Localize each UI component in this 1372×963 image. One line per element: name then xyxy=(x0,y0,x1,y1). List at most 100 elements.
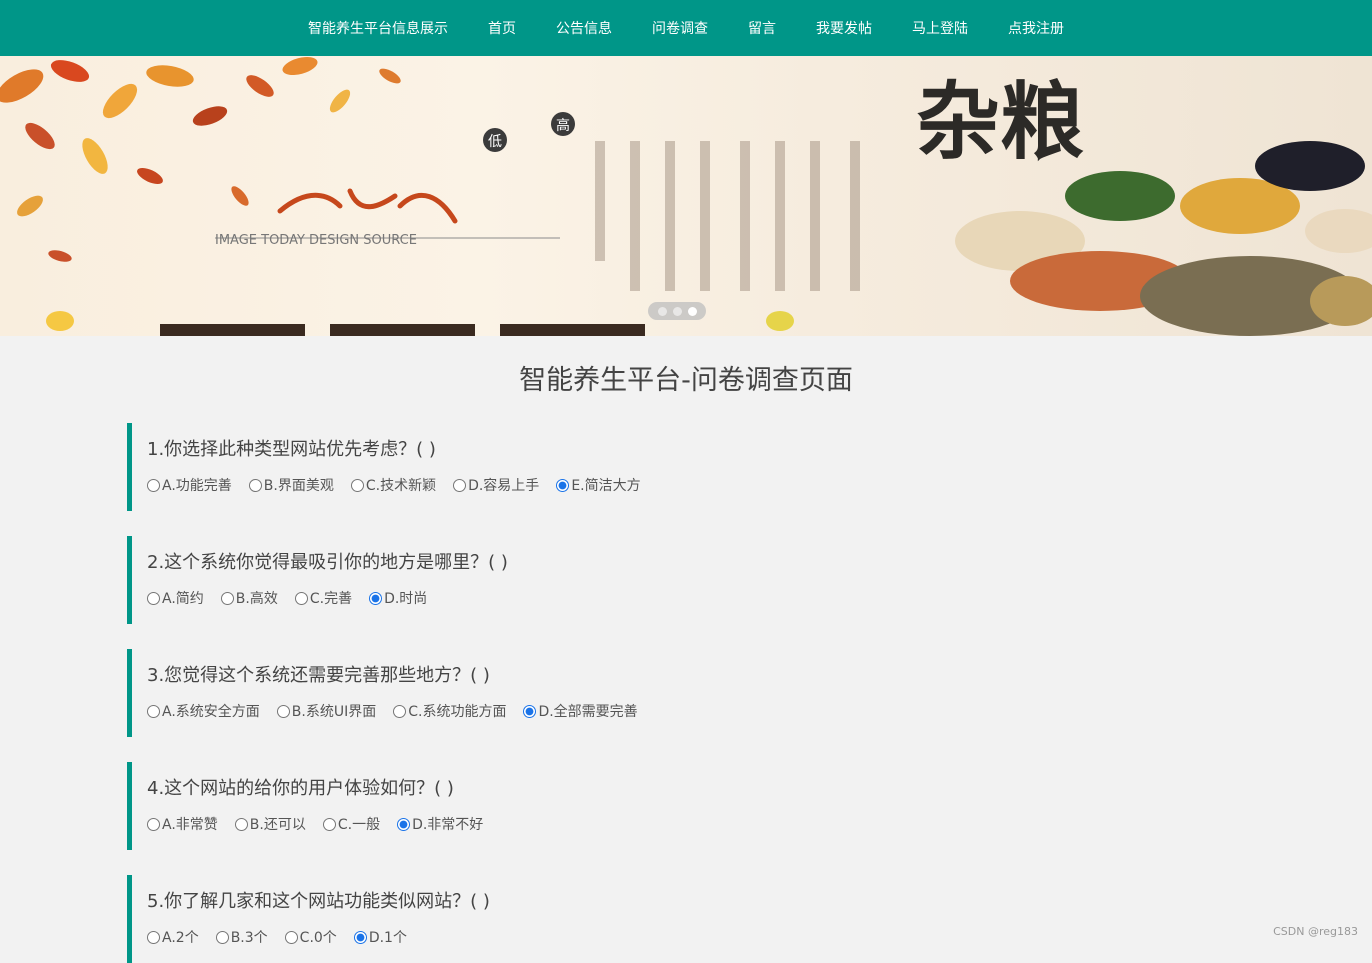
radio-a[interactable] xyxy=(147,817,160,831)
question-2: 2.这个系统你觉得最吸引你的地方是哪里？( ) A.简约 B.高效 C.完善 D… xyxy=(127,536,1027,624)
question-text: 3.您觉得这个系统还需要完善那些地方？( ) xyxy=(147,665,490,686)
option-b[interactable]: B.界面美观 xyxy=(248,475,334,495)
page-title: 智能养生平台-问卷调查页面 xyxy=(519,365,853,396)
banner-image: IMAGE TODAY DESIGN SOURCE 高 低 杂粮 xyxy=(0,56,1372,336)
option-label: D.时尚 xyxy=(384,591,428,607)
option-label: D.全部需要完善 xyxy=(538,704,638,720)
question-options: A.2个 B.3个 C.0个 D.1个 xyxy=(147,927,1027,947)
radio-d[interactable] xyxy=(523,704,537,718)
radio-a[interactable] xyxy=(147,591,160,605)
question-5: 5.你了解几家和这个网站功能类似网站？( ) A.2个 B.3个 C.0个 D.… xyxy=(127,875,1027,963)
carousel-dot-1[interactable] xyxy=(657,306,667,316)
question-3: 3.您觉得这个系统还需要完善那些地方？( ) A.系统安全方面 B.系统UI界面… xyxy=(127,649,1027,737)
radio-c[interactable] xyxy=(350,478,364,492)
radio-a[interactable] xyxy=(147,704,160,718)
option-b[interactable]: B.高效 xyxy=(220,588,278,608)
carousel-dot-3[interactable] xyxy=(687,306,697,316)
radio-d[interactable] xyxy=(453,478,467,492)
vertical-text-decoration xyxy=(595,141,860,291)
question-text: 5.你了解几家和这个网站功能类似网站？( ) xyxy=(147,891,490,912)
nav-post[interactable]: 我要发帖 xyxy=(816,18,872,38)
badge-low: 低 xyxy=(488,134,502,150)
question-4: 4.这个网站的给你的用户体验如何？( ) A.非常赞 B.还可以 C.一般 D.… xyxy=(127,762,1027,850)
carousel-indicator xyxy=(648,302,706,320)
radio-b[interactable] xyxy=(276,704,290,718)
question-options: A.非常赞 B.还可以 C.一般 D.非常不好 xyxy=(147,814,1027,834)
radio-d[interactable] xyxy=(369,591,383,605)
watermark: CSDN @reg183 xyxy=(1273,925,1358,938)
option-label: C.完善 xyxy=(309,591,353,607)
option-b[interactable]: B.3个 xyxy=(215,927,268,947)
option-d[interactable]: D.时尚 xyxy=(369,588,427,608)
option-label: C.技术新颖 xyxy=(365,478,437,494)
radio-a[interactable] xyxy=(147,930,160,944)
nav-survey[interactable]: 问卷调查 xyxy=(652,18,708,38)
radio-d[interactable] xyxy=(353,930,367,944)
option-label: C.系统功能方面 xyxy=(408,704,507,720)
option-c[interactable]: C.系统功能方面 xyxy=(393,701,506,721)
option-label: B.系统UI界面 xyxy=(291,704,377,720)
option-label: A.功能完善 xyxy=(162,478,232,494)
radio-c[interactable] xyxy=(322,817,336,831)
option-a[interactable]: A.非常赞 xyxy=(147,814,218,834)
option-c[interactable]: C.完善 xyxy=(294,588,353,608)
radio-b[interactable] xyxy=(234,817,248,831)
nav-messages[interactable]: 留言 xyxy=(748,18,776,38)
nav-home[interactable]: 首页 xyxy=(488,18,516,38)
carousel-dot-2[interactable] xyxy=(672,306,682,316)
option-a[interactable]: A.系统安全方面 xyxy=(147,701,260,721)
option-label: B.3个 xyxy=(230,930,268,946)
question-options: A.简约 B.高效 C.完善 D.时尚 xyxy=(147,588,1027,608)
option-label: D.非常不好 xyxy=(412,817,484,833)
option-label: C.一般 xyxy=(337,817,381,833)
option-a[interactable]: A.2个 xyxy=(147,927,199,947)
radio-c[interactable] xyxy=(294,591,308,605)
banner-headline: 杂粮 xyxy=(916,72,1084,171)
option-label: D.容易上手 xyxy=(468,478,540,494)
option-label: A.2个 xyxy=(162,930,199,946)
option-d[interactable]: D.1个 xyxy=(353,927,407,947)
option-label: D.1个 xyxy=(368,930,407,946)
option-label: B.还可以 xyxy=(249,817,306,833)
question-text: 1.你选择此种类型网站优先考虑？( ) xyxy=(147,439,436,460)
question-options: A.功能完善 B.界面美观 C.技术新颖 D.容易上手 E.简洁大方 xyxy=(147,475,1027,495)
question-options: A.系统安全方面 B.系统UI界面 C.系统功能方面 D.全部需要完善 xyxy=(147,701,1027,721)
option-b[interactable]: B.系统UI界面 xyxy=(276,701,377,721)
option-label: B.界面美观 xyxy=(263,478,334,494)
nav-login[interactable]: 马上登陆 xyxy=(912,18,968,38)
option-c[interactable]: C.技术新颖 xyxy=(350,475,437,495)
radio-c[interactable] xyxy=(284,930,298,944)
radio-c[interactable] xyxy=(393,704,407,718)
option-b[interactable]: B.还可以 xyxy=(234,814,306,834)
option-label: A.系统安全方面 xyxy=(162,704,260,720)
option-d[interactable]: D.非常不好 xyxy=(397,814,483,834)
radio-d[interactable] xyxy=(397,817,411,831)
radio-a[interactable] xyxy=(147,478,160,492)
option-label: E.简洁大方 xyxy=(571,478,641,494)
radio-b[interactable] xyxy=(215,930,229,944)
option-c[interactable]: C.0个 xyxy=(284,927,337,947)
option-label: B.高效 xyxy=(235,591,278,607)
option-label: A.非常赞 xyxy=(162,817,218,833)
banner-carousel[interactable]: IMAGE TODAY DESIGN SOURCE 高 低 杂粮 xyxy=(0,56,1372,336)
option-d[interactable]: D.容易上手 xyxy=(453,475,539,495)
nav-register[interactable]: 点我注册 xyxy=(1008,18,1064,38)
nav-brand[interactable]: 智能养生平台信息展示 xyxy=(308,18,448,38)
option-a[interactable]: A.简约 xyxy=(147,588,204,608)
question-text: 2.这个系统你觉得最吸引你的地方是哪里？( ) xyxy=(147,552,508,573)
question-text: 4.这个网站的给你的用户体验如何？( ) xyxy=(147,778,454,799)
option-d[interactable]: D.全部需要完善 xyxy=(523,701,638,721)
badge-high: 高 xyxy=(556,117,570,134)
option-e[interactable]: E.简洁大方 xyxy=(556,475,641,495)
banner-english-line: IMAGE TODAY DESIGN SOURCE xyxy=(215,233,417,248)
option-a[interactable]: A.功能完善 xyxy=(147,475,232,495)
survey-list: 1.你选择此种类型网站优先考虑？( ) A.功能完善 B.界面美观 C.技术新颖… xyxy=(0,423,1372,963)
radio-b[interactable] xyxy=(248,478,262,492)
top-navigation: 智能养生平台信息展示 首页 公告信息 问卷调查 留言 我要发帖 马上登陆 点我注… xyxy=(0,0,1372,56)
nav-announcements[interactable]: 公告信息 xyxy=(556,18,612,38)
radio-e[interactable] xyxy=(556,478,570,492)
radio-b[interactable] xyxy=(220,591,234,605)
option-c[interactable]: C.一般 xyxy=(322,814,381,834)
option-label: A.简约 xyxy=(162,591,204,607)
option-label: C.0个 xyxy=(299,930,337,946)
